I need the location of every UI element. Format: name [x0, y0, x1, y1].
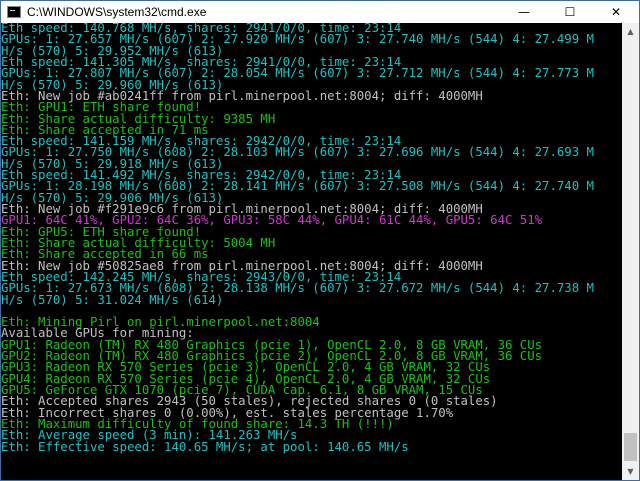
cmd-window: C:\WINDOWS\system32\cmd.exe — ☐ ✕ Eth sp… — [0, 0, 640, 481]
close-button[interactable]: ✕ — [593, 1, 639, 23]
title-bar[interactable]: C:\WINDOWS\system32\cmd.exe — ☐ ✕ — [1, 1, 639, 23]
console-output[interactable]: Eth speed: 140.768 MH/s, shares: 2941/0/… — [1, 23, 623, 480]
window-title: C:\WINDOWS\system32\cmd.exe — [27, 5, 207, 19]
minimize-button[interactable]: — — [501, 1, 547, 23]
cmd-app-icon — [7, 6, 21, 18]
console-line: H/s (570) 5: 31.024 MH/s (614) — [1, 292, 224, 307]
maximize-button[interactable]: ☐ — [547, 1, 593, 23]
scroll-up-arrow-icon[interactable]: ▲ — [622, 23, 639, 40]
scroll-down-arrow-icon[interactable]: ▼ — [622, 463, 639, 480]
window-controls: — ☐ ✕ — [501, 1, 639, 23]
console-line: Eth: Effective speed: 140.65 MH/s; at po… — [1, 439, 409, 454]
vertical-scrollbar[interactable]: ▲ ▼ — [622, 23, 639, 480]
scroll-thumb[interactable] — [624, 433, 637, 461]
